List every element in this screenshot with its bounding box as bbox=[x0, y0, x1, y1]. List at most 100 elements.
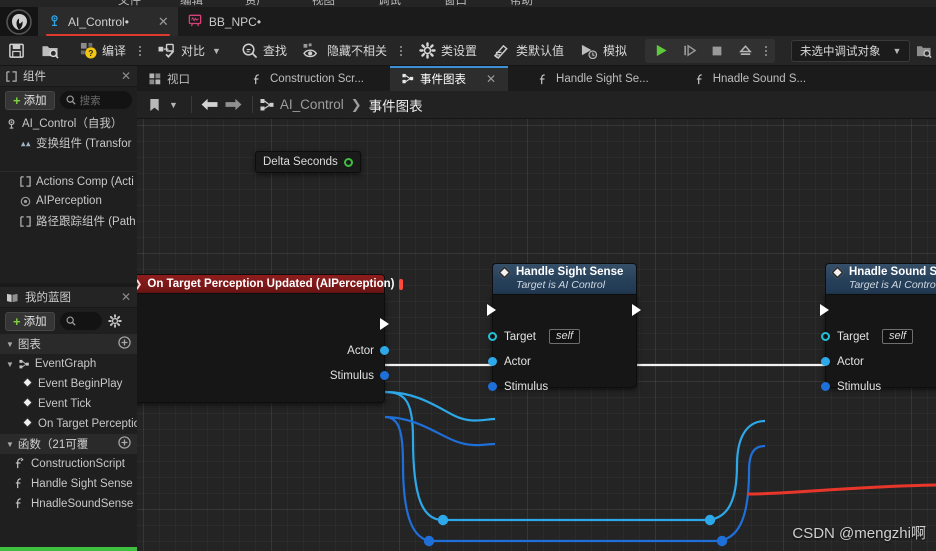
add-graph-button[interactable] bbox=[118, 336, 131, 352]
arrow-right-icon bbox=[225, 98, 242, 111]
my-blueprint-panel-title: 我的蓝图 bbox=[25, 292, 71, 304]
input-pin-stimulus[interactable]: Stimulus bbox=[821, 374, 881, 399]
graph-row-eventgraph[interactable]: ▼ EventGraph bbox=[0, 354, 137, 374]
panel-resize-handle[interactable] bbox=[0, 547, 137, 551]
input-pin-target[interactable]: Target self bbox=[488, 324, 581, 349]
functions-section-header[interactable]: ▼ 函数（21可覆 bbox=[0, 434, 137, 454]
unreal-logo-icon[interactable] bbox=[0, 7, 38, 36]
debug-breakpoint-box-icon[interactable] bbox=[399, 278, 404, 290]
close-icon[interactable]: ✕ bbox=[486, 72, 496, 86]
tab-hnadle-sound-sense[interactable]: Hnadle Sound S... bbox=[683, 66, 818, 91]
menu-item-help[interactable]: 帮助 bbox=[510, 0, 533, 7]
component-row-actions-comp[interactable]: Actions Comp (Acti bbox=[0, 171, 137, 191]
tab-construction-script[interactable]: Construction Scr... bbox=[240, 66, 376, 91]
target-self-value[interactable]: self bbox=[881, 329, 914, 344]
exec-input-pin[interactable] bbox=[487, 304, 496, 316]
menu-item-edit[interactable]: 编辑 bbox=[180, 0, 203, 7]
node-handle-sight-sense[interactable]: Handle Sight Sense Target is AI Control … bbox=[487, 263, 641, 393]
graph-row-event-tick[interactable]: Event Tick bbox=[0, 394, 137, 414]
output-pin-actor[interactable]: Actor bbox=[347, 338, 389, 363]
add-blueprint-item-button[interactable]: + 添加 bbox=[5, 311, 55, 331]
asset-tab-ai-control[interactable]: AI_Control• ✕ bbox=[38, 7, 178, 36]
close-icon[interactable]: ✕ bbox=[121, 290, 131, 304]
input-pin-actor[interactable]: Actor bbox=[821, 349, 864, 374]
menu-item-window[interactable]: 窗口 bbox=[444, 0, 467, 7]
step-button[interactable] bbox=[676, 40, 702, 62]
event-chevron-icon: ❯ bbox=[137, 279, 142, 290]
my-blueprint-settings-button[interactable] bbox=[107, 314, 123, 328]
simulate-button[interactable]: 模拟 bbox=[572, 36, 635, 66]
class-settings-button[interactable]: 类设置 bbox=[411, 36, 485, 66]
eventgraph-icon bbox=[19, 359, 29, 368]
save-button[interactable] bbox=[0, 36, 33, 66]
node-header: Hnadle Sound Sen Target is AI Contro bbox=[825, 263, 936, 294]
target-self-value[interactable]: self bbox=[548, 329, 581, 344]
play-options-button[interactable] bbox=[760, 45, 772, 56]
browse-button[interactable] bbox=[33, 36, 68, 66]
plus-icon: + bbox=[13, 92, 21, 108]
node-hnadle-sound-sense[interactable]: Hnadle Sound Sen Target is AI Contro Tar… bbox=[820, 263, 936, 393]
class-defaults-button[interactable]: 类默认值 bbox=[485, 36, 572, 66]
compile-button[interactable]: ? 编译 bbox=[72, 36, 134, 66]
play-button[interactable] bbox=[648, 40, 674, 62]
exec-output-pin[interactable] bbox=[632, 304, 641, 316]
bookmark-button[interactable] bbox=[143, 94, 165, 116]
menu-item-view[interactable]: 视图 bbox=[312, 0, 335, 7]
node-on-target-perception-updated[interactable]: ❯ On Target Perception Updated (AIPercep… bbox=[137, 274, 404, 403]
chevron-down-icon[interactable]: ▼ bbox=[212, 46, 221, 56]
diff-button[interactable]: 对比 ▼ bbox=[150, 36, 229, 66]
menu-item-asset[interactable]: 资产 bbox=[245, 0, 268, 7]
hide-unrelated-options-button[interactable] bbox=[395, 45, 407, 56]
function-row-hnadlesoundsense[interactable]: HnadleSoundSense bbox=[0, 494, 137, 514]
tab-viewport[interactable]: 视口 bbox=[137, 66, 202, 91]
component-row-transform[interactable]: 变换组件 (Transfor bbox=[0, 133, 137, 153]
function-icon bbox=[696, 73, 702, 84]
component-row-aiperception[interactable]: AIPerception bbox=[0, 191, 137, 211]
delta-seconds-output-pin-icon[interactable] bbox=[343, 157, 353, 167]
function-row-constructionscript[interactable]: ConstructionScript bbox=[0, 454, 137, 474]
pin-label: Actor bbox=[504, 355, 531, 368]
graphs-section-header[interactable]: ▼ 图表 bbox=[0, 334, 137, 354]
exec-input-pin[interactable] bbox=[820, 304, 829, 316]
compile-options-button[interactable] bbox=[134, 45, 146, 56]
input-pin-actor[interactable]: Actor bbox=[488, 349, 531, 374]
debug-object-select[interactable]: 未选中调试对象 ▼ bbox=[791, 39, 911, 62]
navigate-forward-button[interactable] bbox=[223, 94, 245, 116]
pin-label: Stimulus bbox=[837, 380, 882, 393]
add-function-button[interactable] bbox=[118, 436, 131, 452]
component-label: AIPerception bbox=[36, 195, 102, 207]
input-pin-stimulus[interactable]: Stimulus bbox=[488, 374, 548, 399]
find-button[interactable]: 查找 bbox=[233, 36, 295, 66]
tab-handle-sight-sense[interactable]: Handle Sight Se... bbox=[526, 66, 661, 91]
function-icon bbox=[14, 497, 26, 512]
eject-button[interactable] bbox=[732, 40, 758, 62]
tab-event-graph[interactable]: 事件图表 ✕ bbox=[389, 66, 509, 91]
menu-item-debug[interactable]: 调试 bbox=[378, 0, 401, 7]
input-pin-target[interactable]: Target self bbox=[821, 324, 914, 349]
function-row-handle-sight-sense[interactable]: Handle Sight Sense bbox=[0, 474, 137, 494]
add-component-button[interactable]: + 添加 bbox=[5, 90, 55, 110]
graph-row-on-target-perception[interactable]: On Target Perceptio bbox=[0, 414, 137, 434]
debug-browse-button[interactable] bbox=[910, 36, 936, 66]
blueprint-canvas[interactable]: Delta Seconds ❯ On Target Perception Upd… bbox=[137, 119, 936, 551]
event-tick-delta-seconds-pin[interactable]: Delta Seconds bbox=[255, 151, 361, 173]
component-row-path-follow[interactable]: 路径跟踪组件 (Path bbox=[0, 211, 137, 231]
menu-item-file[interactable]: 文件 bbox=[118, 0, 141, 7]
close-icon[interactable]: ✕ bbox=[121, 69, 131, 83]
debug-object-value: 未选中调试对象 bbox=[800, 45, 881, 58]
breadcrumb-root[interactable]: AI_Control bbox=[280, 97, 344, 112]
hide-unrelated-button[interactable]: 隐藏不相关 bbox=[295, 36, 395, 66]
output-pin-stimulus[interactable]: Stimulus bbox=[330, 363, 389, 388]
stop-button[interactable] bbox=[704, 40, 730, 62]
graph-tab-label: Handle Sight Se... bbox=[556, 72, 649, 85]
graph-row-event-beginplay[interactable]: Event BeginPlay bbox=[0, 374, 137, 394]
navigate-back-button[interactable] bbox=[199, 94, 221, 116]
close-icon[interactable]: ✕ bbox=[158, 15, 169, 28]
exec-output-pin[interactable] bbox=[380, 318, 389, 330]
my-blueprint-search-input[interactable] bbox=[59, 312, 102, 330]
component-row-ai-control[interactable]: AI_Control（自我） bbox=[0, 113, 137, 133]
components-search-input[interactable]: 搜索 bbox=[59, 91, 132, 109]
gear-icon bbox=[107, 314, 122, 328]
chevron-down-icon[interactable]: ▼ bbox=[169, 100, 178, 110]
asset-tab-bb-npc[interactable]: BB_NPC• bbox=[178, 7, 270, 36]
